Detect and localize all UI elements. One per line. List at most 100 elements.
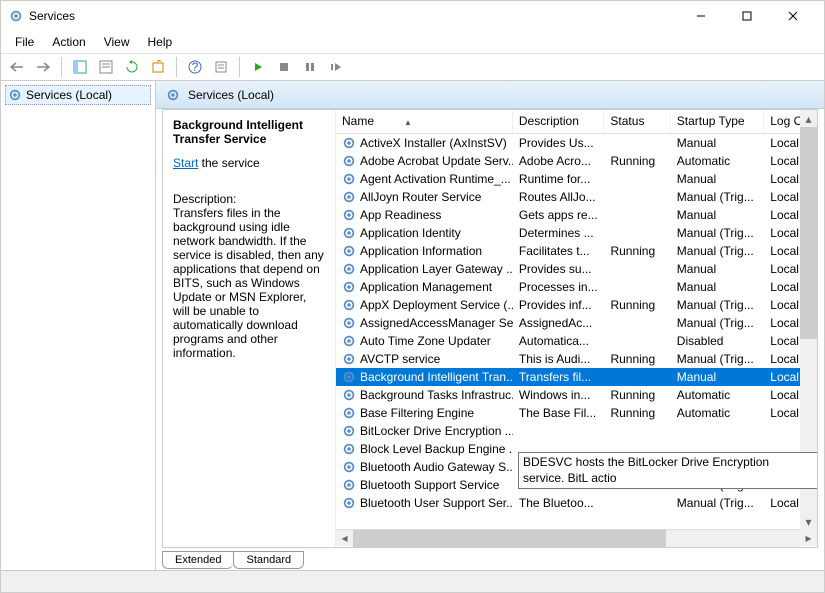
service-name: App Readiness xyxy=(360,208,441,222)
gear-icon xyxy=(342,352,356,366)
gear-icon xyxy=(342,244,356,258)
scroll-up-icon[interactable]: ▴ xyxy=(800,110,817,127)
svg-text:?: ? xyxy=(192,60,199,74)
tab-extended[interactable]: Extended xyxy=(162,551,233,569)
service-description: Transfers fil... xyxy=(513,370,605,384)
service-name: Agent Activation Runtime_... xyxy=(360,172,511,186)
content-header-label: Services (Local) xyxy=(188,88,274,102)
service-row[interactable]: ActiveX Installer (AxInstSV)Provides Us.… xyxy=(336,134,817,152)
service-startup: Manual (Trig... xyxy=(671,298,764,312)
detail-pane: Background Intelligent Transfer Service … xyxy=(163,110,335,547)
scroll-left-icon[interactable]: ◂ xyxy=(336,530,353,547)
refresh-button[interactable] xyxy=(120,56,144,78)
tree-item-services-local[interactable]: Services (Local) xyxy=(5,85,151,105)
gear-icon xyxy=(342,424,356,438)
scroll-thumb[interactable] xyxy=(800,127,817,339)
gear-icon xyxy=(342,496,356,510)
service-list: Name▲ Description Status Startup Type Lo… xyxy=(335,110,817,547)
service-description: This is Audi... xyxy=(513,352,605,366)
service-name: Application Layer Gateway ... xyxy=(360,262,513,276)
service-row[interactable]: Bluetooth User Support Ser...The Bluetoo… xyxy=(336,494,817,512)
service-row[interactable]: Application Layer Gateway ...Provides su… xyxy=(336,260,817,278)
service-row[interactable]: Auto Time Zone UpdaterAutomatica...Disab… xyxy=(336,332,817,350)
service-row[interactable]: AppX Deployment Service (...Provides inf… xyxy=(336,296,817,314)
menu-help[interactable]: Help xyxy=(140,33,181,51)
start-link[interactable]: Start xyxy=(173,156,198,170)
properties-icon[interactable] xyxy=(94,56,118,78)
service-description: Determines ... xyxy=(513,226,605,240)
detail-service-name: Background Intelligent Transfer Service xyxy=(173,118,325,146)
start-service-button[interactable] xyxy=(246,56,270,78)
gear-icon xyxy=(342,190,356,204)
service-description: The Base Fil... xyxy=(513,406,605,420)
pause-service-button[interactable] xyxy=(298,56,322,78)
tab-standard[interactable]: Standard xyxy=(233,551,304,569)
service-startup: Manual xyxy=(671,136,764,150)
service-row[interactable]: AllJoyn Router ServiceRoutes AllJo...Man… xyxy=(336,188,817,206)
close-button[interactable] xyxy=(770,1,816,31)
service-description: Runtime for... xyxy=(513,172,605,186)
service-description: Windows in... xyxy=(513,388,605,402)
restart-service-button[interactable] xyxy=(324,56,348,78)
service-row[interactable]: BitLocker Drive Encryption ... xyxy=(336,422,817,440)
gear-icon xyxy=(166,88,180,102)
col-startup-type[interactable]: Startup Type xyxy=(671,110,764,133)
menu-view[interactable]: View xyxy=(96,33,138,51)
service-row[interactable]: AVCTP serviceThis is Audi...RunningManua… xyxy=(336,350,817,368)
service-name: Adobe Acrobat Update Serv... xyxy=(360,154,513,168)
gear-icon xyxy=(342,460,356,474)
start-suffix: the service xyxy=(198,156,259,170)
scroll-right-icon[interactable]: ▸ xyxy=(800,530,817,547)
scroll-down-icon[interactable]: ▾ xyxy=(800,513,817,530)
service-name: Bluetooth Support Service xyxy=(360,478,499,492)
help-button[interactable]: ? xyxy=(183,56,207,78)
service-name: AVCTP service xyxy=(360,352,440,366)
col-name[interactable]: Name▲ xyxy=(336,110,513,133)
service-name: ActiveX Installer (AxInstSV) xyxy=(360,136,507,150)
col-status[interactable]: Status xyxy=(604,110,670,133)
menu-action[interactable]: Action xyxy=(44,33,93,51)
service-name: Application Identity xyxy=(360,226,461,240)
menu-file[interactable]: File xyxy=(7,33,42,51)
show-hide-tree-button[interactable] xyxy=(68,56,92,78)
back-button[interactable] xyxy=(5,56,29,78)
export-button[interactable] xyxy=(146,56,170,78)
service-name: Base Filtering Engine xyxy=(360,406,474,420)
properties-button[interactable] xyxy=(209,56,233,78)
service-row[interactable]: Application IdentityDetermines ...Manual… xyxy=(336,224,817,242)
column-headers: Name▲ Description Status Startup Type Lo… xyxy=(336,110,817,134)
gear-icon xyxy=(342,262,356,276)
service-row[interactable]: Application InformationFacilitates t...R… xyxy=(336,242,817,260)
service-status: Running xyxy=(604,406,670,420)
forward-button[interactable] xyxy=(31,56,55,78)
stop-service-button[interactable] xyxy=(272,56,296,78)
horizontal-scrollbar[interactable]: ◂ ▸ xyxy=(336,529,817,546)
tooltip: BDESVC hosts the BitLocker Drive Encrypt… xyxy=(518,452,817,489)
service-status: Running xyxy=(604,352,670,366)
service-startup: Manual (Trig... xyxy=(671,496,764,510)
service-startup: Disabled xyxy=(671,334,764,348)
gear-icon xyxy=(342,442,356,456)
maximize-button[interactable] xyxy=(724,1,770,31)
menu-bar: File Action View Help xyxy=(1,31,824,53)
service-startup: Manual (Trig... xyxy=(671,316,764,330)
gear-icon xyxy=(342,226,356,240)
service-row[interactable]: AssignedAccessManager Se...AssignedAc...… xyxy=(336,314,817,332)
service-row[interactable]: Adobe Acrobat Update Serv...Adobe Acro..… xyxy=(336,152,817,170)
service-row[interactable]: App ReadinessGets apps re...ManualLocal … xyxy=(336,206,817,224)
service-row[interactable]: Background Intelligent Tran...Transfers … xyxy=(336,368,817,386)
service-name: Bluetooth Audio Gateway S... xyxy=(360,460,513,474)
service-startup: Automatic xyxy=(671,154,764,168)
col-description[interactable]: Description xyxy=(513,110,605,133)
content-header: Services (Local) xyxy=(156,81,824,109)
service-row[interactable]: Agent Activation Runtime_...Runtime for.… xyxy=(336,170,817,188)
service-row[interactable]: Application ManagementProcesses in...Man… xyxy=(336,278,817,296)
scroll-thumb[interactable] xyxy=(353,530,666,547)
service-row[interactable]: Background Tasks Infrastruc...Windows in… xyxy=(336,386,817,404)
gear-icon xyxy=(342,172,356,186)
gear-icon xyxy=(342,136,356,150)
service-description: Provides su... xyxy=(513,262,605,276)
minimize-button[interactable] xyxy=(678,1,724,31)
service-row[interactable]: Base Filtering Engine The Base Fil...Runn… xyxy=(336,404,817,422)
service-status: Running xyxy=(604,244,670,258)
